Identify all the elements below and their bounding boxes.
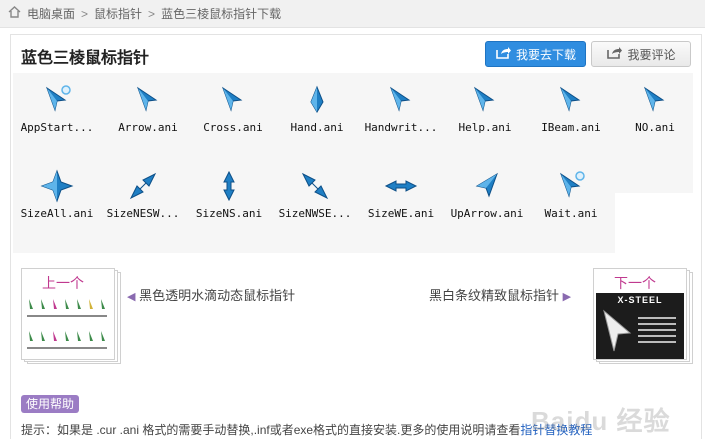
cursor-label: UpArrow.ani bbox=[450, 207, 524, 220]
cursor-grid: AppStart... Arrow.ani Cross.ani Hand.ani… bbox=[13, 73, 693, 291]
next-thumb-dark: X-STEEL bbox=[596, 293, 684, 359]
cursor-label: Hand.ani bbox=[290, 121, 344, 134]
cursor-item[interactable]: SizeNS.ani bbox=[187, 161, 271, 241]
help-cursor-icon bbox=[468, 83, 502, 117]
cursor-item[interactable]: SizeNWSE... bbox=[273, 161, 357, 241]
up-arrow-cursor-icon bbox=[470, 169, 504, 203]
cursor-item[interactable]: Help.ani bbox=[443, 75, 527, 155]
prev-thumbnail[interactable]: 上一个 bbox=[21, 268, 121, 364]
cursor-item[interactable]: NO.ani bbox=[613, 75, 697, 155]
breadcrumb-cursors[interactable]: 鼠标指针 bbox=[94, 5, 142, 22]
tip-body: 提示：如果是 .cur .ani 格式的需要手动替换,.inf或者exe格式的直… bbox=[21, 423, 521, 437]
next-badge: 下一个 bbox=[614, 275, 656, 291]
download-label: 我要去下载 bbox=[515, 47, 576, 62]
cursor-label: Wait.ani bbox=[544, 207, 598, 220]
size-ns-cursor-icon bbox=[212, 169, 246, 203]
cursor-item[interactable]: UpArrow.ani bbox=[445, 161, 529, 241]
prev-thumb-image: 上一个 bbox=[21, 268, 115, 360]
size-all-cursor-icon bbox=[40, 169, 74, 203]
size-nwse-cursor-icon bbox=[298, 169, 332, 203]
cursor-label: SizeNS.ani bbox=[195, 207, 263, 220]
comment-label: 我要评论 bbox=[627, 47, 676, 62]
wait-cursor-icon bbox=[554, 169, 588, 203]
cursor-label: IBeam.ani bbox=[541, 121, 601, 134]
cursor-label: NO.ani bbox=[635, 121, 675, 134]
next-thumb-image: 下一个 X-STEEL bbox=[593, 268, 687, 360]
cursor-item[interactable]: SizeAll.ani bbox=[15, 161, 99, 241]
cursor-item[interactable]: Wait.ani bbox=[529, 161, 613, 241]
cursor-label: AppStart... bbox=[20, 121, 94, 134]
cursor-item[interactable]: SizeNESW... bbox=[101, 161, 185, 241]
tip-text: 提示：如果是 .cur .ani 格式的需要手动替换,.inf或者exe格式的直… bbox=[21, 421, 592, 438]
breadcrumb: 电脑桌面 > 鼠标指针 > 蓝色三棱鼠标指针下载 bbox=[8, 5, 281, 22]
cursor-item[interactable]: IBeam.ani bbox=[529, 75, 613, 155]
next-title: 黑白条纹精致鼠标指针 bbox=[429, 288, 560, 303]
cursor-item[interactable]: SizeWE.ani bbox=[359, 161, 443, 241]
hand-cursor-icon bbox=[300, 83, 334, 117]
main-panel: 蓝色三棱鼠标指针 我要去下载 我要评论 AppStart... Arrow.an… bbox=[10, 34, 702, 439]
size-we-cursor-icon bbox=[384, 169, 418, 203]
next-thumb-text: X-STEEL bbox=[617, 295, 663, 305]
cursor-label: SizeNESW... bbox=[106, 207, 180, 220]
cursor-item[interactable]: Hand.ani bbox=[275, 75, 359, 155]
prev-badge: 上一个 bbox=[42, 275, 84, 291]
cursor-item[interactable]: Cross.ani bbox=[191, 75, 275, 155]
size-nesw-cursor-icon bbox=[126, 169, 160, 203]
arrow-cursor-icon bbox=[131, 83, 165, 117]
cursor-label: Cross.ani bbox=[203, 121, 263, 134]
comment-button[interactable]: 我要评论 bbox=[591, 41, 691, 67]
home-icon[interactable] bbox=[8, 6, 21, 21]
ibeam-cursor-icon bbox=[554, 83, 588, 117]
no-cursor-icon bbox=[638, 83, 672, 117]
handwriting-cursor-icon bbox=[384, 83, 418, 117]
share-icon bbox=[495, 46, 511, 62]
cursor-item[interactable]: Arrow.ani bbox=[106, 75, 190, 155]
cursor-item[interactable]: Handwrit... bbox=[359, 75, 443, 155]
cursor-label: Handwrit... bbox=[364, 121, 438, 134]
cursor-label: SizeNWSE... bbox=[278, 207, 352, 220]
prev-link[interactable]: ◀ 黑色透明水滴动态鼠标指针 bbox=[127, 285, 295, 304]
cursor-label: SizeWE.ani bbox=[367, 207, 435, 220]
next-link[interactable]: 黑白条纹精致鼠标指针 ▶ bbox=[429, 285, 571, 304]
chevron-left-icon: ◀ bbox=[127, 291, 136, 303]
page-title: 蓝色三棱鼠标指针 bbox=[21, 50, 150, 67]
app-start-cursor-icon bbox=[40, 83, 74, 117]
cursor-label: Arrow.ani bbox=[118, 121, 178, 134]
cursor-label: Help.ani bbox=[458, 121, 512, 134]
help-tag[interactable]: 使用帮助 bbox=[21, 395, 79, 413]
download-button[interactable]: 我要去下载 bbox=[485, 41, 586, 67]
breadcrumb-current: 蓝色三棱鼠标指针下载 bbox=[161, 7, 282, 21]
next-thumbnail[interactable]: 下一个 X-STEEL bbox=[593, 268, 693, 364]
cross-cursor-icon bbox=[216, 83, 250, 117]
top-bar: 电脑桌面 > 鼠标指针 > 蓝色三棱鼠标指针下载 bbox=[0, 0, 705, 28]
breadcrumb-separator: > bbox=[148, 6, 156, 21]
cursor-label: SizeAll.ani bbox=[20, 207, 94, 220]
share-icon bbox=[606, 46, 623, 62]
breadcrumb-desktop[interactable]: 电脑桌面 bbox=[27, 5, 75, 22]
prev-title: 黑色透明水滴动态鼠标指针 bbox=[139, 288, 296, 303]
chevron-right-icon: ▶ bbox=[562, 291, 572, 303]
breadcrumb-separator: > bbox=[81, 6, 89, 21]
watermark-logo: Baidu 经验 bbox=[531, 406, 671, 436]
cursor-item[interactable]: AppStart... bbox=[15, 75, 99, 155]
